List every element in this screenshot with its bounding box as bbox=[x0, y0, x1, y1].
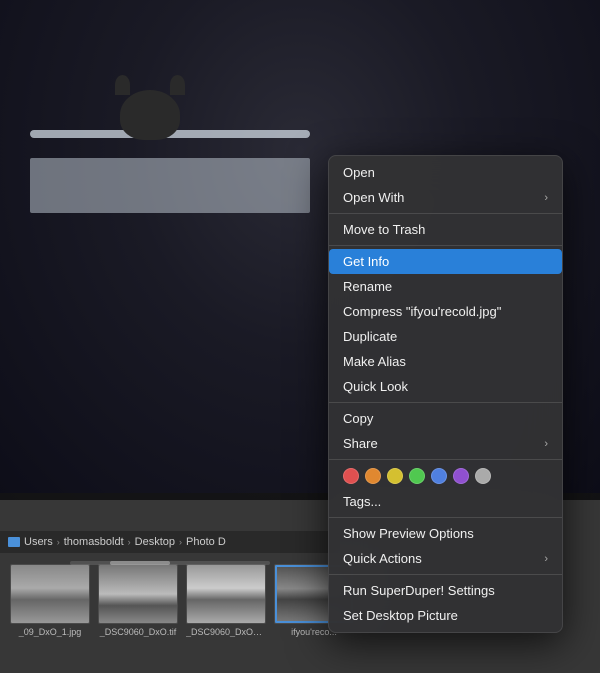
menu-label-compress: Compress "ifyou'recold.jpg" bbox=[343, 304, 501, 319]
menu-item-show-preview-options[interactable]: Show Preview Options bbox=[329, 521, 562, 546]
submenu-arrow-icon: › bbox=[544, 553, 548, 565]
color-tag-red[interactable] bbox=[343, 468, 359, 484]
submenu-arrow-icon: › bbox=[544, 192, 548, 204]
menu-item-copy[interactable]: Copy bbox=[329, 406, 562, 431]
menu-item-set-desktop[interactable]: Set Desktop Picture bbox=[329, 603, 562, 628]
thumbnail-label: _DSC9060_DxO.tif bbox=[98, 627, 178, 637]
menu-item-get-info[interactable]: Get Info bbox=[329, 249, 562, 274]
menu-item-open-with[interactable]: Open With › bbox=[329, 185, 562, 210]
menu-item-move-to-trash[interactable]: Move to Trash bbox=[329, 217, 562, 242]
menu-separator bbox=[329, 213, 562, 214]
menu-item-duplicate[interactable]: Duplicate bbox=[329, 324, 562, 349]
menu-separator bbox=[329, 245, 562, 246]
snow-roof bbox=[30, 158, 310, 213]
menu-item-share[interactable]: Share › bbox=[329, 431, 562, 456]
color-tag-yellow[interactable] bbox=[387, 468, 403, 484]
menu-item-run-superduper[interactable]: Run SuperDuper! Settings bbox=[329, 578, 562, 603]
raccoon-body bbox=[120, 90, 180, 140]
thumbnail-label: _09_DxO_1.jpg bbox=[10, 627, 90, 637]
breadcrumb-item[interactable]: Photo D bbox=[186, 536, 226, 548]
menu-separator bbox=[329, 459, 562, 460]
thumbnail[interactable] bbox=[186, 564, 266, 624]
raccoon-ear-right bbox=[170, 75, 185, 95]
menu-label-share: Share bbox=[343, 436, 378, 451]
breadcrumb-separator: › bbox=[179, 537, 182, 547]
menu-label-set-desktop: Set Desktop Picture bbox=[343, 608, 458, 623]
thumbnail-container: _DSC9060_DxOEdit.jpg bbox=[186, 564, 266, 637]
menu-label-get-info: Get Info bbox=[343, 254, 389, 269]
thumbnail-container: _DSC9060_DxO.tif bbox=[98, 564, 178, 637]
menu-item-compress[interactable]: Compress "ifyou'recold.jpg" bbox=[329, 299, 562, 324]
breadcrumb-item[interactable]: Desktop bbox=[135, 536, 175, 548]
folder-icon bbox=[8, 537, 20, 547]
menu-label-rename: Rename bbox=[343, 279, 392, 294]
thumbnail-image bbox=[187, 565, 265, 623]
menu-label-duplicate: Duplicate bbox=[343, 329, 397, 344]
menu-label-quick-actions: Quick Actions bbox=[343, 551, 422, 566]
filmstrip: _09_DxO_1.jpg _DSC9060_DxO.tif _DSC9060_… bbox=[0, 558, 380, 643]
menu-item-tags[interactable]: Tags... bbox=[329, 489, 562, 514]
menu-label-open-with: Open With bbox=[343, 190, 404, 205]
menu-label-make-alias: Make Alias bbox=[343, 354, 406, 369]
breadcrumb: Users › thomasboldt › Desktop › Photo D bbox=[0, 531, 340, 553]
color-tags-row bbox=[329, 463, 562, 489]
menu-item-open[interactable]: Open bbox=[329, 160, 562, 185]
thumbnail-image bbox=[99, 565, 177, 623]
thumbnail[interactable] bbox=[98, 564, 178, 624]
breadcrumb-item[interactable]: Users bbox=[24, 536, 53, 548]
breadcrumb-separator: › bbox=[57, 537, 60, 547]
menu-item-make-alias[interactable]: Make Alias bbox=[329, 349, 562, 374]
breadcrumb-item[interactable]: thomasboldt bbox=[64, 536, 124, 548]
thumbnail-container: _09_DxO_1.jpg bbox=[10, 564, 90, 637]
menu-label-show-preview-options: Show Preview Options bbox=[343, 526, 474, 541]
thumbnail-label: _DSC9060_DxOEdit.jpg bbox=[186, 627, 266, 637]
menu-label-tags: Tags... bbox=[343, 494, 381, 509]
color-tag-purple[interactable] bbox=[453, 468, 469, 484]
breadcrumb-separator: › bbox=[128, 537, 131, 547]
thumbnail-image bbox=[11, 565, 89, 623]
context-menu: Open Open With › Move to Trash Get Info … bbox=[328, 155, 563, 633]
menu-label-move-to-trash: Move to Trash bbox=[343, 222, 425, 237]
thumbnail[interactable] bbox=[10, 564, 90, 624]
color-tag-green[interactable] bbox=[409, 468, 425, 484]
menu-item-quick-actions[interactable]: Quick Actions › bbox=[329, 546, 562, 571]
menu-separator bbox=[329, 402, 562, 403]
menu-separator bbox=[329, 517, 562, 518]
menu-label-copy: Copy bbox=[343, 411, 373, 426]
menu-separator bbox=[329, 574, 562, 575]
color-tag-gray[interactable] bbox=[475, 468, 491, 484]
menu-label-open: Open bbox=[343, 165, 375, 180]
menu-item-quick-look[interactable]: Quick Look bbox=[329, 374, 562, 399]
menu-label-run-superduper: Run SuperDuper! Settings bbox=[343, 583, 495, 598]
color-tag-blue[interactable] bbox=[431, 468, 447, 484]
raccoon-ear-left bbox=[115, 75, 130, 95]
menu-item-rename[interactable]: Rename bbox=[329, 274, 562, 299]
submenu-arrow-icon: › bbox=[544, 438, 548, 450]
menu-label-quick-look: Quick Look bbox=[343, 379, 408, 394]
color-tag-orange[interactable] bbox=[365, 468, 381, 484]
